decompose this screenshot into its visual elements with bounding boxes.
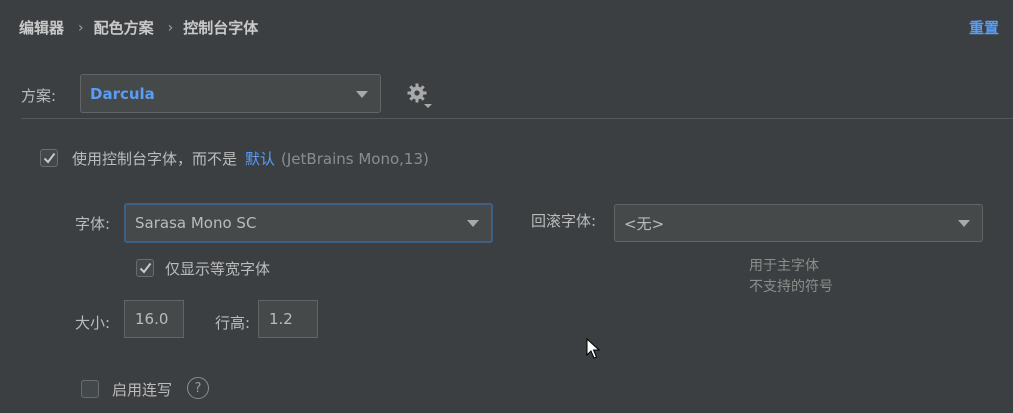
breadcrumb-item-color-scheme[interactable]: 配色方案 [94,17,154,38]
ligatures-checkbox[interactable] [81,380,99,398]
breadcrumb: 编辑器 › 配色方案 › 控制台字体 [19,17,258,38]
fallback-font-label: 回滚字体: [531,212,597,230]
default-font-detail: (JetBrains Mono,13) [281,149,429,168]
size-input[interactable]: 16.0 [124,300,184,338]
breadcrumb-separator: › [78,19,84,36]
fallback-font-hint-line2: 不支持的符号 [749,279,833,295]
line-height-input[interactable]: 1.2 [258,300,318,338]
monospaced-only-label: 仅显示等宽字体 [165,260,271,278]
use-console-font-row: 使用控制台字体，而不是 默认 (JetBrains Mono,13) [72,148,429,169]
divider [21,118,1013,119]
fallback-font-hint-line1: 用于主字体 [749,258,819,274]
breadcrumb-item-console-font: 控制台字体 [183,19,259,37]
gear-icon[interactable] [405,82,435,110]
fallback-font-value: <无> [624,214,665,233]
font-value: Sarasa Mono SC [135,214,257,232]
use-console-font-checkbox[interactable] [40,149,58,167]
scheme-value: Darcula [90,84,155,103]
ligatures-label: 启用连写 [112,381,173,399]
help-icon[interactable]: ? [187,377,209,399]
use-console-font-label: 使用控制台字体，而不是 [72,150,238,168]
breadcrumb-item-editor[interactable]: 编辑器 [19,17,64,38]
mouse-cursor-icon [586,337,601,364]
fallback-font-hint: 用于主字体 不支持的符号 [749,256,833,298]
size-label: 大小: [75,314,111,332]
font-label: 字体: [75,215,111,233]
scheme-label: 方案: [21,87,57,105]
chevron-down-icon [958,220,970,227]
monospaced-only-checkbox[interactable] [136,259,154,277]
line-height-label: 行高: [215,314,251,332]
font-dropdown[interactable]: Sarasa Mono SC [124,203,493,243]
default-font-link[interactable]: 默认 [245,148,275,169]
fallback-font-dropdown[interactable]: <无> [614,204,983,242]
chevron-down-icon [467,220,479,227]
chevron-down-icon [356,90,368,98]
breadcrumb-separator: › [167,19,174,36]
scheme-dropdown[interactable]: Darcula [80,74,381,113]
reset-link[interactable]: 重置 [969,17,999,38]
